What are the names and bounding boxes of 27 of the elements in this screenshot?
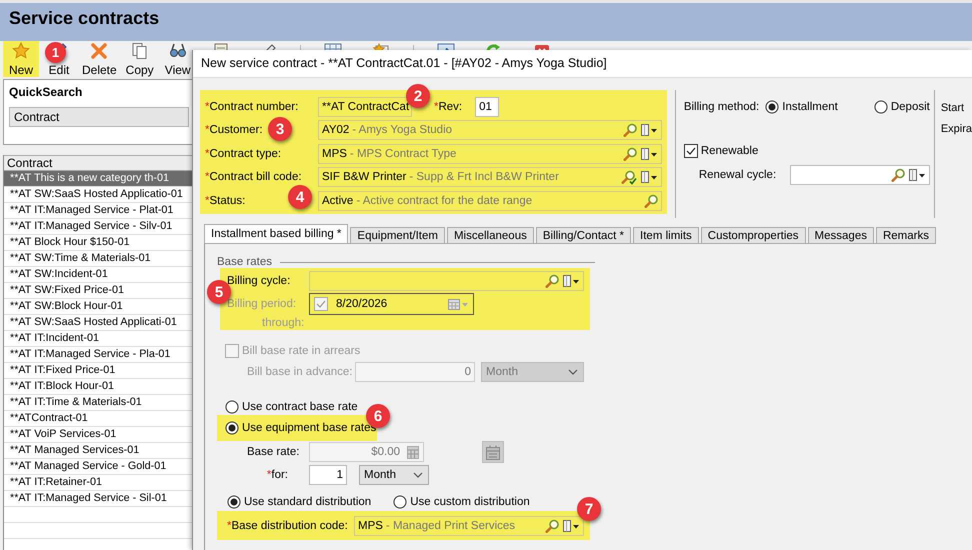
checkbox-label: Bill base rate in arrears [242, 345, 360, 357]
field-label: Bill base in advance: [247, 366, 354, 378]
field-label: through: [262, 317, 304, 329]
radio-label: Use standard distribution [244, 496, 372, 508]
callout-badge: 1 [45, 42, 66, 63]
field-label: *Contract type: [205, 148, 282, 160]
field-label: *for: [266, 469, 289, 481]
radio-label: Use contract base rate [242, 400, 358, 412]
field-label: *Rev: [434, 100, 462, 113]
field-label: *Contract number: [205, 100, 300, 113]
radio-label: Deposit [890, 101, 930, 113]
dialog-title: New service contract - **AT ContractCat.01 - [#AY02 - Amys Yoga Studio] [193, 50, 972, 78]
field-label: Billing method: [684, 101, 760, 113]
field-label: *Customer: [205, 124, 263, 136]
checkbox-label: Renewable [700, 145, 758, 157]
field-label: *Base distribution code: [227, 520, 349, 532]
radio-label: Use custom distribution [410, 496, 530, 508]
field-label: Base rate: [247, 446, 300, 458]
field-label: *Contract bill code: [205, 171, 302, 184]
window-title: Service contracts [9, 7, 160, 30]
panel-title: QuickSearch [9, 85, 84, 99]
radio-label: Installment [782, 101, 838, 113]
field-label: Expira [940, 123, 972, 135]
field-label: Renewal cycle: [698, 168, 776, 181]
field-label: Start [940, 102, 966, 114]
field-label: *Status: [205, 194, 246, 207]
group-title: Base rates [217, 256, 272, 268]
